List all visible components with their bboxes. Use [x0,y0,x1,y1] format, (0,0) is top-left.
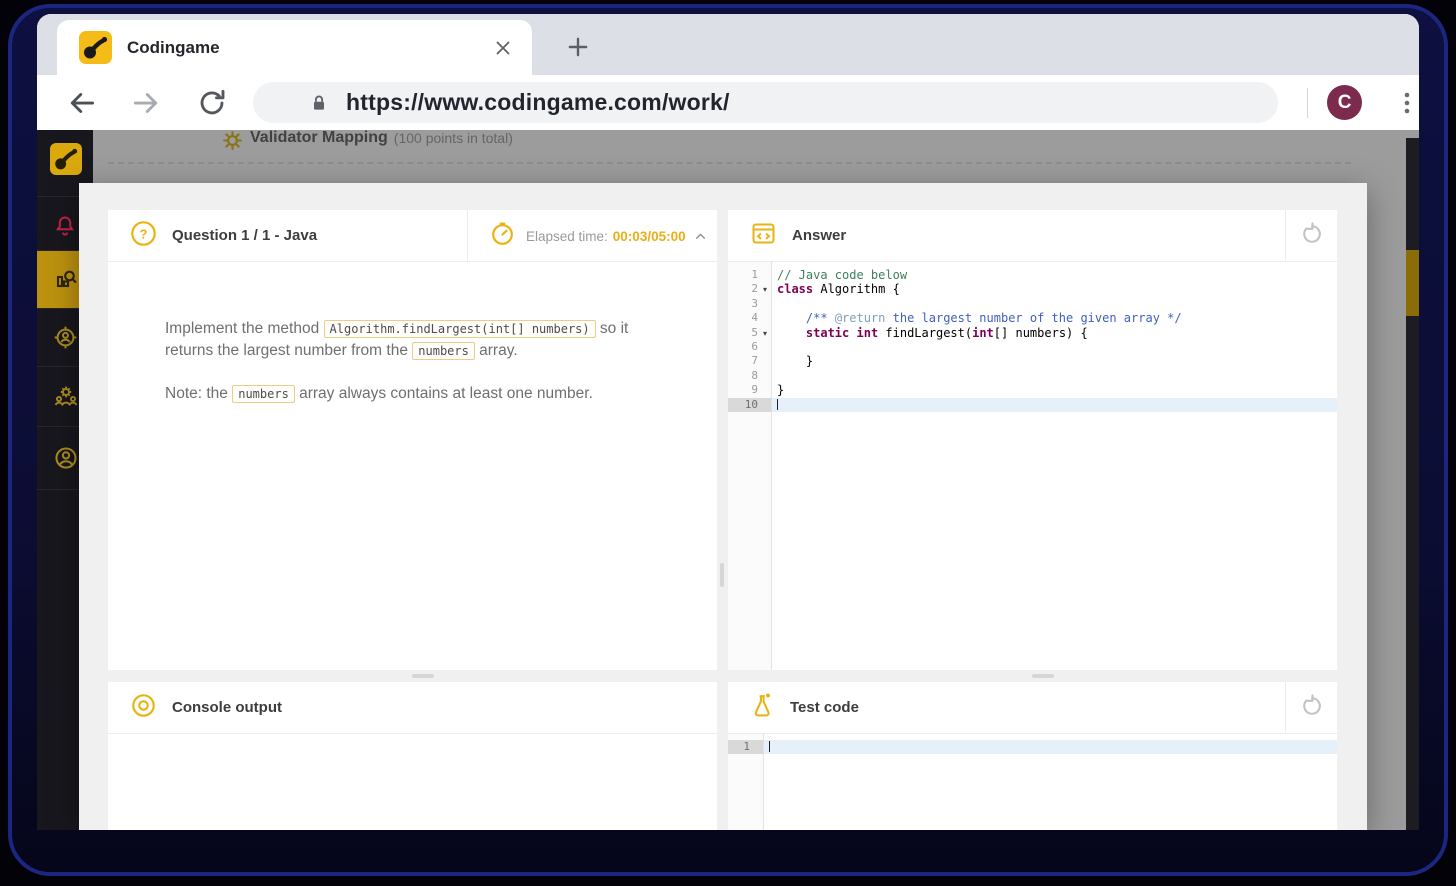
profile-avatar[interactable]: C [1327,85,1362,120]
text-cursor [777,399,778,410]
elapsed-time-value: 00:03/05:00 [613,229,686,244]
code-area[interactable]: // Java code belowclass Algorithm { /** … [772,262,1337,670]
toolbar-divider [1307,88,1308,118]
lock-icon [309,92,329,114]
text-cursor [769,741,770,752]
browser-window: Codingame ht [37,14,1419,830]
test-code-title: Test code [790,699,859,716]
tab-strip: Codingame [37,14,1419,75]
answer-title: Answer [792,227,846,244]
test-reset-section [1285,682,1337,734]
elapsed-time-label: Elapsed time: [526,229,608,244]
question-statement: Implement the method Algorithm.findLarge… [108,262,717,405]
code-area[interactable] [764,734,1337,830]
console-eye-icon [130,692,157,724]
row-resize-handle[interactable] [412,674,434,678]
codingame-logo-icon[interactable] [50,143,82,175]
test-code-panel: Test code 1 [728,682,1337,830]
dashed-divider [108,162,1351,164]
tab-title: Codingame [127,38,220,58]
clock-icon [490,221,515,251]
question-title: Question 1 / 1 - Java [172,227,317,244]
url-text: https://www.codingame.com/work/ [346,89,730,116]
browser-toolbar: https://www.codingame.com/work/ C [37,75,1419,130]
coding-test-modal: ? Question 1 / 1 - Java Elapsed time: 00… [79,183,1367,830]
address-bar[interactable]: https://www.codingame.com/work/ [253,82,1278,123]
tab-close-icon[interactable] [492,37,514,59]
answer-panel: Answer 1 2▾3 4 5▾6 7 8 9 10 // Java code… [728,210,1337,670]
answer-reset-section [1285,210,1337,262]
inline-code-chip: numbers [412,342,475,360]
browser-menu-icon[interactable] [1395,90,1419,116]
bell-icon [53,214,77,238]
answer-code-editor[interactable]: 1 2▾3 4 5▾6 7 8 9 10 // Java code belowc… [728,262,1337,670]
section-title: Validator Mapping [250,130,388,147]
timer-section: Elapsed time: 00:03/05:00 [467,210,717,262]
gear-icon [222,130,243,151]
column-resize-handle[interactable] [720,563,724,587]
console-title: Console output [172,699,282,716]
target-person-icon [53,325,78,350]
question-panel: ? Question 1 / 1 - Java Elapsed time: 00… [108,210,717,670]
codingame-favicon-icon [79,31,112,64]
page-right-edge [1406,138,1419,830]
inline-code-chip: numbers [232,385,295,403]
page-viewport: Validator Mapping (100 points in total) [37,130,1419,830]
svg-text:?: ? [140,226,148,241]
reload-icon[interactable] [197,88,227,118]
reset-icon[interactable] [1300,694,1324,723]
page-right-accent [1406,250,1419,316]
flask-icon [750,692,775,724]
reset-icon[interactable] [1300,222,1324,251]
line-number-gutter: 1 2▾3 4 5▾6 7 8 9 10 [728,262,772,670]
assessment-section-header: Validator Mapping (100 points in total) [222,130,513,151]
line-number-gutter: 1 [728,734,764,830]
forward-icon[interactable] [131,88,161,118]
section-subtitle: (100 points in total) [394,130,513,146]
chevron-up-icon[interactable] [694,230,707,243]
browser-tab[interactable]: Codingame [57,20,532,75]
team-gear-icon [53,383,79,409]
new-tab-icon[interactable] [565,34,591,60]
chart-search-icon [53,267,79,293]
inline-code-chip: Algorithm.findLargest(int[] numbers) [324,320,596,338]
test-code-editor[interactable]: 1 [728,734,1337,830]
question-circle-icon: ? [130,220,157,252]
console-output-panel: Console output [108,682,717,830]
code-editor-icon [750,220,777,252]
row-resize-handle[interactable] [1032,674,1054,678]
screenshot-stage: Codingame ht [0,0,1456,886]
back-icon[interactable] [67,88,97,118]
user-circle-icon [53,445,79,471]
